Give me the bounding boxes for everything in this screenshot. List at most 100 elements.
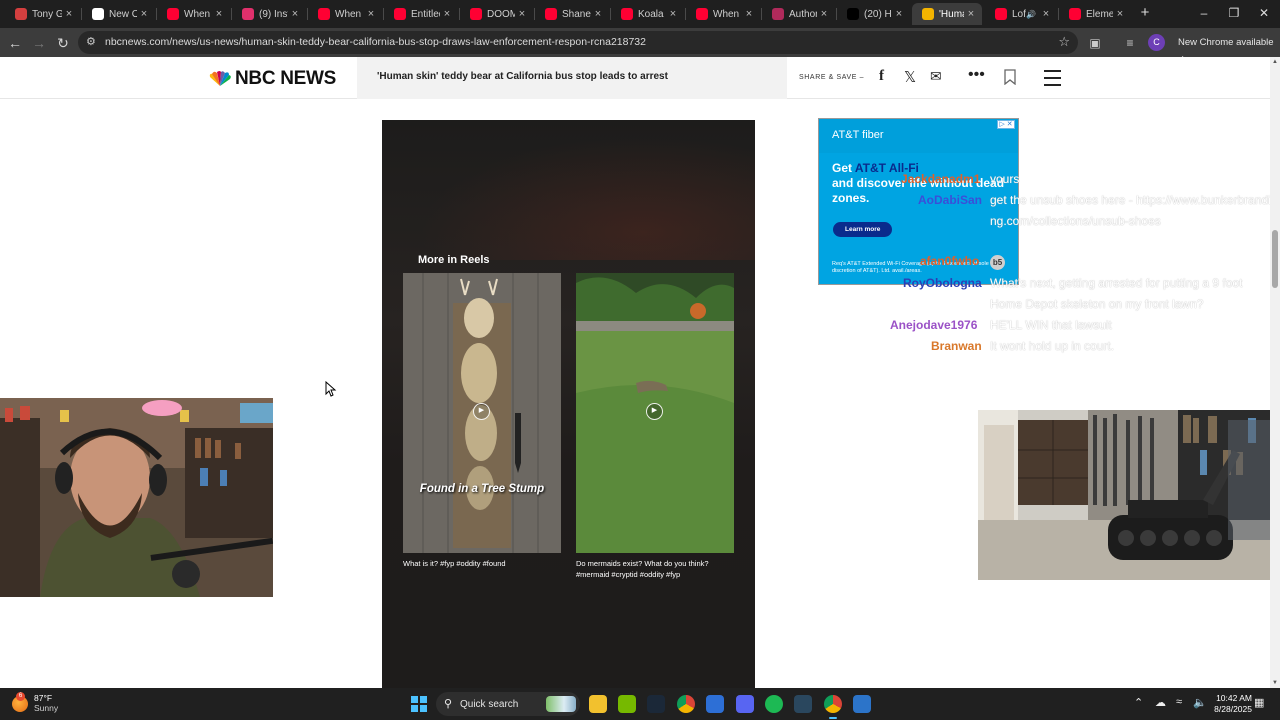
bookmark-icon[interactable] (1004, 69, 1016, 85)
forward-icon[interactable]: → (29, 33, 49, 53)
url-text[interactable]: nbcnews.com/news/us-news/human-skin-tedd… (105, 36, 646, 48)
play-icon[interactable]: ▶ (473, 403, 490, 420)
browser-tab[interactable]: Tony G × (5, 3, 80, 25)
site-info-icon[interactable]: ⚙ (86, 35, 96, 48)
google-lens-icon[interactable]: ▣ (1086, 34, 1104, 52)
close-tab-icon[interactable]: × (817, 8, 831, 20)
tab-title: When R (335, 8, 364, 20)
search-highlight-art (546, 696, 576, 712)
browser-tab[interactable]: When C× (686, 3, 760, 25)
reel-card[interactable]: ▶ Found in a Tree Stump (403, 273, 561, 553)
chat-username: Jackdanadm1 (901, 172, 981, 186)
menu-hamburger-icon[interactable] (1044, 70, 1061, 91)
browser-tab[interactable]: When R× (308, 3, 382, 25)
notifications-icon[interactable]: ▦ (1254, 696, 1264, 709)
close-tab-icon[interactable]: × (742, 8, 756, 20)
close-window-button[interactable]: ✕ (1250, 4, 1278, 22)
facebook-icon[interactable]: f (879, 68, 884, 85)
tab-separator (685, 8, 686, 20)
close-tab-icon[interactable]: × (964, 8, 978, 20)
reel-card[interactable]: ▶ (576, 273, 734, 553)
bookmark-star-icon[interactable]: ☆ (1058, 34, 1070, 50)
new-chrome-available-button[interactable]: New Chrome available ⋮ (1172, 34, 1280, 66)
back-icon[interactable]: ← (5, 33, 25, 53)
close-tab-icon[interactable]: × (137, 8, 151, 20)
browser-tab[interactable]: (9) Insta× (232, 3, 306, 25)
close-tab-icon[interactable]: × (1113, 8, 1127, 20)
tab-audio-icon[interactable]: 🔊 (1026, 10, 1036, 19)
close-tab-icon[interactable]: × (62, 8, 76, 20)
youtube-icon (1069, 8, 1081, 20)
browser-tab[interactable]: New O × (82, 3, 155, 25)
learn-more-button[interactable]: Learn more (833, 222, 893, 237)
onedrive-icon[interactable]: ☁ (1155, 696, 1166, 709)
share-and-save-button[interactable]: SHARE & SAVE – (799, 74, 864, 81)
more-options-icon[interactable]: ••• (968, 66, 985, 84)
new-tab-button[interactable]: + (1136, 4, 1154, 22)
tab-separator (534, 8, 535, 20)
nbc-icon (922, 8, 934, 20)
windows-start-icon[interactable] (411, 696, 427, 712)
file-explorer-icon[interactable] (589, 695, 607, 713)
scroll-down-icon[interactable]: ▼ (1270, 680, 1280, 686)
chrome-icon[interactable] (677, 695, 695, 713)
reels-video-player[interactable]: More in Reels ▶ Found in a Tree Stump ▶ … (382, 120, 755, 688)
x-twitter-icon[interactable]: 𝕏 (904, 68, 916, 86)
show-hidden-icons[interactable]: ⌃ (1134, 696, 1143, 709)
play-icon[interactable]: ▶ (646, 403, 663, 420)
close-tab-icon[interactable]: × (440, 8, 454, 20)
weather-widget[interactable]: 6 87°F Sunny (12, 691, 58, 714)
tab-title: New O (109, 8, 137, 20)
steam-icon[interactable] (647, 695, 665, 713)
browser-tab[interactable]: DOOM × (460, 3, 533, 25)
address-bar[interactable]: ⚙ nbcnews.com/news/us-news/human-skin-te… (78, 31, 1078, 54)
browser-tab[interactable]: (20) Ho× (837, 3, 910, 25)
tab-separator (459, 8, 460, 20)
reel-caption[interactable]: Do mermaids exist? What do you think? #m… (576, 558, 736, 580)
scrollbar-thumb[interactable] (1272, 230, 1278, 288)
close-tab-icon[interactable]: × (1039, 8, 1053, 20)
tab-title: (9) Insta (259, 8, 288, 20)
reel-caption[interactable]: What is it? #fyp #oddity #found (403, 558, 563, 569)
taskbar-clock[interactable]: 10:42 AM 8/28/2025 (1210, 693, 1252, 715)
browser-tab[interactable]: Author × (762, 3, 835, 25)
steam-icon[interactable] (794, 695, 812, 713)
close-tab-icon[interactable]: × (666, 8, 680, 20)
adchoices-icon[interactable]: ▷ ✕ (997, 120, 1015, 129)
reading-list-icon[interactable]: ≡ (1121, 34, 1139, 52)
browser-tab[interactable]: When E× (157, 3, 230, 25)
browser-tab[interactable]: Koala G× (611, 3, 684, 25)
app-icon[interactable] (706, 695, 724, 713)
minimize-button[interactable]: – (1190, 4, 1218, 22)
discord-icon[interactable] (736, 695, 754, 713)
maximize-button[interactable]: ❐ (1220, 4, 1248, 22)
spotify-icon[interactable] (765, 695, 783, 713)
browser-tab[interactable]: Entitled× (384, 3, 458, 25)
sun-icon: 6 (12, 691, 28, 712)
app-icon[interactable] (853, 695, 871, 713)
taskbar-search[interactable]: ⚲ Quick search (436, 692, 580, 716)
browser-tab[interactable]: Lofi🔊× (985, 3, 1057, 25)
browser-tab[interactable]: Elemen× (1059, 3, 1131, 25)
scroll-up-icon[interactable]: ▲ (1270, 59, 1280, 65)
clock-time: 10:42 AM (1216, 693, 1252, 703)
close-tab-icon[interactable]: × (515, 8, 529, 20)
wifi-icon[interactable]: ≈ (1176, 696, 1182, 708)
webcam-feed (0, 398, 273, 597)
reload-icon[interactable]: ↻ (53, 33, 73, 53)
close-tab-icon[interactable]: × (892, 8, 906, 20)
nbc-news-logo[interactable]: NBC NEWS (209, 68, 336, 90)
email-icon[interactable]: ✉ (930, 68, 942, 85)
close-tab-icon[interactable]: × (364, 8, 378, 20)
browser-tab[interactable]: Shane G× (535, 3, 609, 25)
tab-separator (836, 8, 837, 20)
chrome-icon[interactable] (824, 695, 842, 719)
volume-icon[interactable]: 🔈 (1193, 696, 1207, 709)
nvidia-icon[interactable] (618, 695, 636, 713)
close-tab-icon[interactable]: × (591, 8, 605, 20)
page-scrollbar[interactable]: ▲ ▼ (1270, 57, 1280, 688)
close-tab-icon[interactable]: × (212, 8, 226, 20)
browser-tab[interactable]: 'Human× (912, 3, 982, 25)
close-tab-icon[interactable]: × (288, 8, 302, 20)
profile-avatar[interactable]: C (1148, 34, 1165, 51)
